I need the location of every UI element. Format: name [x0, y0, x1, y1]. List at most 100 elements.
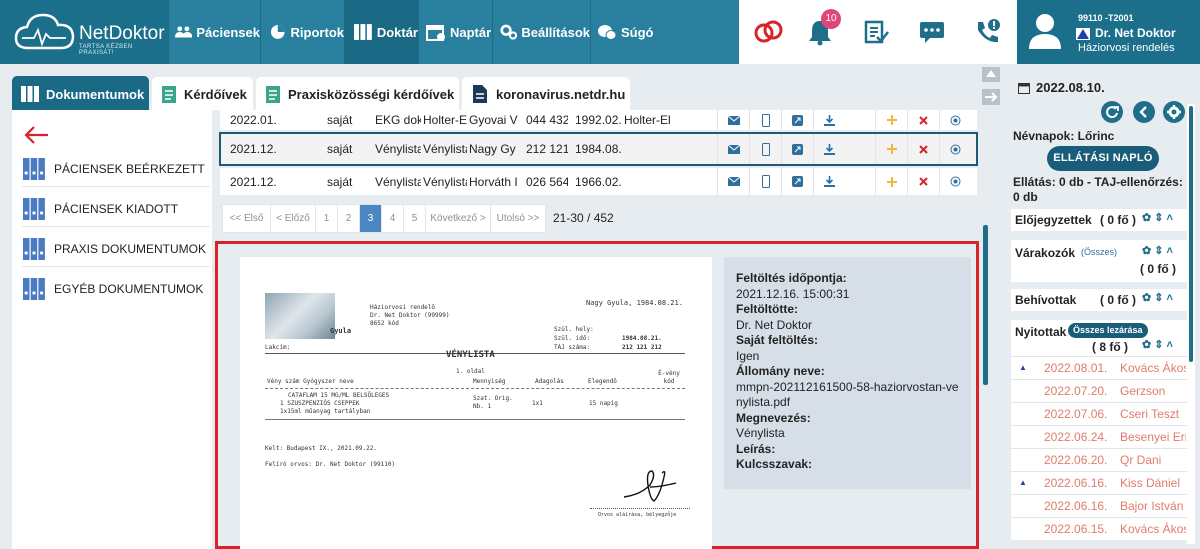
nav-beallitasok[interactable]: Beállítások [492, 0, 590, 64]
patient-name-short: Gyula [330, 327, 352, 335]
chat-icon[interactable] [919, 20, 945, 44]
download-icon[interactable] [813, 134, 845, 164]
pager-page-4[interactable]: 4 [381, 203, 404, 233]
document-page[interactable]: Gyula Háziorvosi rendelő Dr. Net Doktor … [240, 257, 712, 549]
table-row[interactable]: 2021.12. saját Vénylista Vénylista Horvá… [220, 168, 977, 195]
leftnav-pacienseks-beerkezett[interactable]: PÁCIENSEK BEÉRKEZETT [22, 151, 210, 187]
pager-first[interactable]: << Első [222, 203, 271, 233]
care-log-button[interactable]: ELLÁTÁSI NAPLÓ [1047, 146, 1159, 171]
list-item[interactable]: 2022.07.20. Gerzson [1011, 379, 1188, 402]
section-nyitottak[interactable]: Nyitottak Összes lezárása ( 8 fő ) ✿ ⇕ ˄ [1011, 320, 1188, 356]
user-role: Háziorvosi rendelés [1078, 42, 1175, 54]
open-external-icon[interactable] [781, 134, 813, 164]
refresh-button[interactable] [1101, 101, 1123, 123]
delete-icon[interactable] [907, 134, 939, 164]
target-icon[interactable] [939, 134, 971, 164]
document-metadata: Feltöltés időpontja: 2021.12.16. 15:00:3… [724, 257, 971, 489]
table-row[interactable]: 2022.01. saját EKG dok Holter-El Gyovai … [220, 110, 977, 130]
download-icon[interactable] [813, 110, 845, 130]
meta-label: Megnevezés: [736, 410, 811, 425]
nav-riportok[interactable]: Riportok [260, 0, 344, 64]
email-icon[interactable] [717, 134, 749, 164]
table-row-selected[interactable]: 2021.12. saját Vénylista Vénylista Nagy … [219, 132, 978, 166]
section-title: Nyitottak [1015, 325, 1067, 339]
nav-sugo[interactable]: Súgó [590, 0, 739, 64]
leftnav-praxis-dokumentumok[interactable]: PRAXIS DOKUMENTUMOK [22, 231, 210, 267]
list-item[interactable]: 2022.06.24. Besenyei Eri [1011, 425, 1188, 448]
pager-page-5[interactable]: 5 [403, 203, 426, 233]
mobile-icon[interactable] [749, 134, 781, 164]
tab-kerdoivek[interactable]: Kérdőívek [152, 77, 253, 111]
back-arrow-icon[interactable] [23, 125, 49, 145]
binders-icon [23, 197, 45, 220]
list-item[interactable]: ▲ 2022.08.01. Kovács Ákos [1011, 356, 1188, 379]
email-icon[interactable] [717, 110, 749, 130]
tab-praxiskozossegi-kerdoivek[interactable]: Praxisközösségi kérdőívek [256, 77, 459, 111]
pager-last[interactable]: Utolsó >> [490, 203, 546, 233]
email-icon[interactable] [717, 168, 749, 195]
open-name: Kovács Ákos [1120, 361, 1186, 375]
nav-doktar[interactable]: Doktár [344, 0, 418, 64]
open-external-icon[interactable] [781, 168, 813, 195]
mobile-icon[interactable] [749, 168, 781, 195]
target-icon[interactable] [939, 110, 971, 130]
right-scrollbar-thumb[interactable] [1189, 106, 1193, 362]
open-external-icon[interactable] [781, 110, 813, 130]
settings-button[interactable] [1163, 101, 1185, 123]
clipboard-check-icon[interactable] [863, 18, 889, 46]
scroll-up-button[interactable] [982, 67, 1000, 82]
section-elojegyzettek[interactable]: Előjegyzettek ( 0 fő ) ✿ ⇕ ˄ [1011, 209, 1188, 231]
section-controls-icon[interactable]: ✿ ⇕ ˄ [1142, 338, 1173, 351]
tab-label: koronavirus.netdr.hu [496, 86, 626, 102]
list-item[interactable]: 2022.06.16. Bajor István [1011, 494, 1188, 517]
enough-for: 15 napig [589, 400, 618, 407]
scroll-right-button[interactable] [982, 89, 1000, 105]
download-icon[interactable] [813, 168, 845, 195]
section-behivottak[interactable]: Behívottak ( 0 fő ) ✿ ⇕ ˄ [1011, 289, 1188, 311]
back-button[interactable] [1133, 101, 1155, 123]
pager-prev[interactable]: < Előző [270, 203, 316, 233]
section-varakozok[interactable]: Várakozók (Összes) ✿ ⇕ ˄ ( 0 fő ) [1011, 240, 1188, 282]
list-item[interactable]: 2022.06.15. Kovács Ákos [1011, 517, 1188, 540]
tab-koronavirus[interactable]: koronavirus.netdr.hu [462, 77, 630, 111]
nav-pacienseks[interactable]: Páciensek [168, 0, 260, 64]
tab-dokumentumok[interactable]: Dokumentumok [12, 76, 149, 112]
close-all-button[interactable]: Összes lezárása [1068, 323, 1148, 338]
add-icon[interactable] [875, 134, 907, 164]
rings-logo-icon[interactable] [753, 18, 785, 46]
add-icon[interactable] [875, 110, 907, 130]
section-controls-icon[interactable]: ✿ ⇕ ˄ [1142, 211, 1173, 224]
nav-label: Riportok [290, 24, 344, 40]
leftnav-label: PÁCIENSEK BEÉRKEZETT [54, 161, 205, 176]
alerts-bar: 10 [739, 0, 1017, 64]
section-controls-icon[interactable]: ✿ ⇕ ˄ [1142, 291, 1173, 304]
nav-naptar[interactable]: Naptár [418, 0, 492, 64]
target-icon[interactable] [939, 168, 971, 195]
leftnav-label: PÁCIENSEK KIADOTT [54, 201, 179, 216]
list-item[interactable]: ▲ 2022.06.16. Kiss Dániel [1011, 471, 1188, 494]
leftnav-egyeb-dokumentumok[interactable]: EGYÉB DOKUMENTUMOK [22, 271, 210, 307]
pager-next[interactable]: Következő > [425, 203, 491, 233]
signature-caption: Orvos aláírása, bélyegzője [598, 512, 677, 518]
meta-value: Dr. Net Doktor [736, 317, 813, 332]
add-icon[interactable] [875, 168, 907, 195]
main-scrollbar[interactable] [983, 225, 988, 385]
user-panel[interactable]: 99110 -T2001 Dr. Net Doktor Háziorvosi r… [1017, 0, 1200, 64]
app-logo[interactable]: NetDoktor TARTSA KÉZBEN PRAXISÁT! [0, 0, 168, 64]
open-date: 2022.06.20. [1044, 453, 1108, 467]
section-controls-icon[interactable]: ✿ ⇕ ˄ [1142, 244, 1173, 257]
list-item[interactable]: 2022.06.20. Qr Dani [1011, 448, 1188, 471]
delete-icon[interactable] [907, 168, 939, 195]
phone-alert-icon[interactable] [974, 18, 1002, 46]
list-item[interactable]: 2022.07.06. Cseri Teszt [1011, 402, 1188, 425]
calendar-icon [1018, 83, 1030, 94]
mobile-icon[interactable] [749, 110, 781, 130]
delete-icon[interactable] [907, 110, 939, 130]
leftnav-pacienseks-kiadott[interactable]: PÁCIENSEK KIADOTT [22, 191, 210, 227]
pager-page-3[interactable]: 3 [359, 203, 382, 233]
pager-page-2[interactable]: 2 [337, 203, 360, 233]
issued: Kelt: Budapest IX., 2021.09.22. [265, 445, 377, 452]
cell-doc: Vénylista [375, 174, 421, 189]
section-link-all[interactable]: (Összes) [1081, 247, 1117, 257]
pager-page-1[interactable]: 1 [315, 203, 338, 233]
